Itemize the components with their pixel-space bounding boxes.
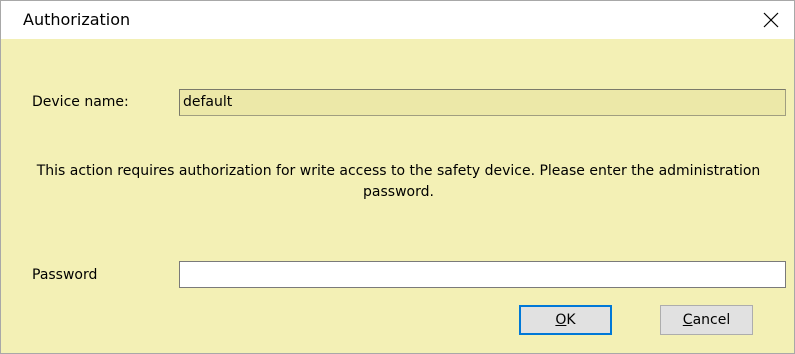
cancel-button[interactable]: Cancel [660,305,753,335]
close-icon [763,12,779,28]
authorization-dialog: Authorization Device name: default This … [0,0,795,354]
authorization-message: This action requires authorization for w… [36,163,761,200]
title-bar[interactable]: Authorization [1,1,794,39]
cancel-button-mnemonic: C [682,312,693,328]
device-name-label: Device name: [32,94,129,110]
close-button[interactable] [748,1,794,39]
password-input[interactable] [179,261,786,288]
device-name-field: default [179,89,786,116]
cancel-button-label: ancel [692,312,731,328]
password-label: Password [32,267,98,283]
ok-button-mnemonic: O [555,312,567,328]
ok-button[interactable]: OK [519,305,612,335]
ok-button-label: K [566,312,576,328]
dialog-title: Authorization [23,10,131,29]
